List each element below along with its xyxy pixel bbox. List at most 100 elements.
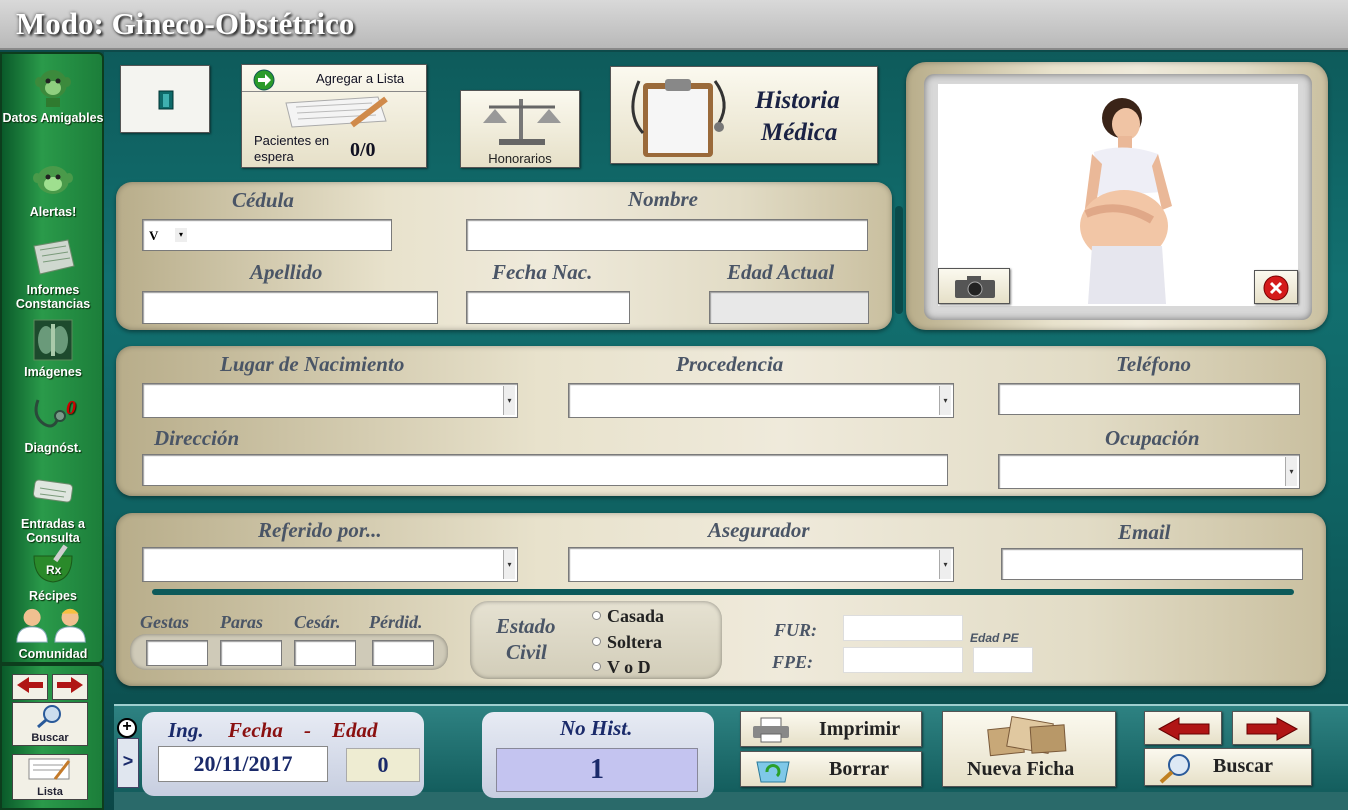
sidebar-item-comunidad[interactable]: Comunidad bbox=[2, 606, 104, 661]
fur-field[interactable] bbox=[843, 615, 963, 641]
stethoscope-icon: 0 bbox=[34, 397, 76, 428]
radio-casada[interactable]: Casada bbox=[592, 606, 664, 627]
radio-soltera[interactable]: Soltera bbox=[592, 632, 662, 653]
chevron-down-icon[interactable]: ▾ bbox=[503, 550, 515, 579]
lugar-nacimiento-select[interactable]: ▾ bbox=[142, 383, 518, 418]
cedula-label: Cédula bbox=[232, 188, 294, 212]
pacientes-count: 0/0 bbox=[350, 139, 376, 161]
sidebar-item-label: Informes Constancias bbox=[15, 283, 91, 311]
email-label: Email bbox=[1118, 520, 1171, 544]
recycle-bin-icon bbox=[756, 761, 790, 783]
fecha-label: Fecha bbox=[228, 718, 283, 742]
chevron-down-icon[interactable]: ▾ bbox=[939, 550, 951, 579]
asegurador-label: Asegurador bbox=[708, 518, 810, 542]
prev-arrow-button[interactable] bbox=[12, 674, 48, 700]
sidebar-item-label: Entradas a Consulta bbox=[21, 517, 85, 545]
fecha-nac-label: Fecha Nac. bbox=[492, 260, 593, 284]
sidebar-item-alertas[interactable]: Alertas! bbox=[2, 158, 104, 219]
ing-label: Ing. bbox=[168, 718, 204, 742]
sidebar-item-entradas[interactable]: Entradas a Consulta bbox=[2, 470, 104, 545]
direccion-field[interactable] bbox=[142, 454, 948, 486]
historia-label: Historia bbox=[755, 87, 840, 114]
camera-icon bbox=[955, 276, 995, 298]
imprimir-label: Imprimir bbox=[819, 718, 901, 740]
nombre-label: Nombre bbox=[628, 187, 698, 211]
asegurador-select[interactable]: ▾ bbox=[568, 547, 954, 582]
window-title: Modo: Gineco-Obstétrico bbox=[16, 6, 355, 41]
historia-medica-button[interactable]: Historia Médica bbox=[610, 66, 878, 164]
lista-button[interactable]: Lista bbox=[12, 754, 88, 800]
telefono-field[interactable] bbox=[998, 383, 1300, 415]
referido-select[interactable]: ▾ bbox=[142, 547, 518, 582]
edad-actual-field bbox=[709, 291, 869, 324]
direccion-label: Dirección bbox=[154, 426, 240, 450]
fecha-ingreso-field[interactable]: 20/11/2017 bbox=[158, 746, 328, 782]
paras-label: Paras bbox=[220, 612, 264, 632]
chevron-down-icon[interactable]: ▾ bbox=[503, 386, 515, 415]
edad-actual-label: Edad Actual bbox=[727, 260, 835, 284]
sidebar-item-datos-amigables[interactable]: Datos Amigables bbox=[2, 64, 104, 125]
ocupacion-select[interactable]: ▾ bbox=[998, 454, 1300, 489]
cesar-label: Cesár. bbox=[294, 612, 341, 632]
cesar-field[interactable] bbox=[294, 640, 356, 666]
apellido-field[interactable] bbox=[142, 291, 438, 324]
svg-text:Rx: Rx bbox=[46, 563, 62, 577]
imprimir-button[interactable]: Imprimir bbox=[740, 711, 922, 747]
mortar-rx-icon: Rx bbox=[33, 544, 73, 583]
next-arrow-button[interactable] bbox=[52, 674, 88, 700]
perdid-field[interactable] bbox=[372, 640, 434, 666]
sidebar-item-recipes[interactable]: Rx Récipes bbox=[2, 542, 104, 603]
paras-field[interactable] bbox=[220, 640, 282, 666]
chevron-down-icon[interactable]: ▾ bbox=[1285, 457, 1297, 486]
honorarios-button[interactable]: Honorarios bbox=[460, 90, 580, 168]
ocupacion-label: Ocupación bbox=[1105, 426, 1200, 450]
chevron-down-icon[interactable]: ▾ bbox=[939, 386, 951, 415]
doctors-icon bbox=[16, 608, 86, 643]
footer-prev-button[interactable] bbox=[1144, 711, 1222, 745]
buscar-button[interactable]: Buscar bbox=[1144, 748, 1312, 786]
exit-door-button[interactable] bbox=[120, 65, 210, 133]
bottom-nav: Buscar Lista bbox=[0, 664, 104, 810]
sidebar-item-informes[interactable]: Informes Constancias bbox=[2, 236, 104, 311]
nombre-field[interactable] bbox=[466, 219, 868, 251]
cedula-field[interactable]: V ▾ bbox=[142, 219, 392, 251]
apellido-label: Apellido bbox=[250, 260, 323, 284]
gestas-field[interactable] bbox=[146, 640, 208, 666]
radio-circle[interactable] bbox=[592, 637, 601, 646]
fpe-field[interactable] bbox=[843, 647, 963, 673]
sidebar-item-diagnost[interactable]: 0 Diagnóst. bbox=[2, 394, 104, 455]
sidebar-item-label: Alertas! bbox=[29, 205, 77, 219]
email-field[interactable] bbox=[1001, 548, 1303, 580]
camera-button[interactable] bbox=[938, 268, 1010, 304]
radio-circle[interactable] bbox=[592, 611, 601, 620]
monkey-icon bbox=[35, 70, 71, 107]
plus-icon[interactable]: + bbox=[117, 718, 137, 738]
agregar-lista-panel[interactable]: Agregar a Lista Pacientes en espera 0/0 bbox=[241, 64, 427, 168]
cedula-prefix: V bbox=[149, 228, 159, 243]
borrar-button[interactable]: Borrar bbox=[740, 751, 922, 787]
radio-circle[interactable] bbox=[592, 662, 601, 671]
arrow-right-icon bbox=[1246, 717, 1299, 741]
arrow-left-icon bbox=[17, 677, 43, 693]
borrar-label: Borrar bbox=[829, 758, 889, 780]
diagnostic-badge: 0 bbox=[66, 397, 76, 419]
delete-photo-button[interactable] bbox=[1254, 270, 1298, 304]
chevron-down-icon[interactable]: ▾ bbox=[175, 228, 187, 242]
expand-button[interactable]: > bbox=[117, 738, 139, 788]
radio-vod[interactable]: V o D bbox=[592, 657, 651, 678]
nueva-ficha-button[interactable]: Nueva Ficha bbox=[942, 711, 1116, 787]
footer-next-button[interactable] bbox=[1232, 711, 1310, 745]
fecha-nac-field[interactable] bbox=[466, 291, 630, 324]
door-icon bbox=[158, 90, 174, 110]
procedencia-select[interactable]: ▾ bbox=[568, 383, 954, 418]
medica-label: Médica bbox=[761, 119, 838, 146]
xray-icon bbox=[33, 319, 73, 361]
magnifier-icon bbox=[37, 705, 61, 729]
sidebar-item-imagenes[interactable]: Imágenes bbox=[2, 318, 104, 379]
gestas-label: Gestas bbox=[140, 612, 189, 632]
estado-civil-label-2: Civil bbox=[506, 640, 547, 664]
arrow-left-icon bbox=[1157, 717, 1210, 741]
buscar-side-button[interactable]: Buscar bbox=[12, 702, 88, 746]
edad-pe-field[interactable] bbox=[973, 647, 1033, 673]
separator-bar bbox=[895, 206, 903, 314]
